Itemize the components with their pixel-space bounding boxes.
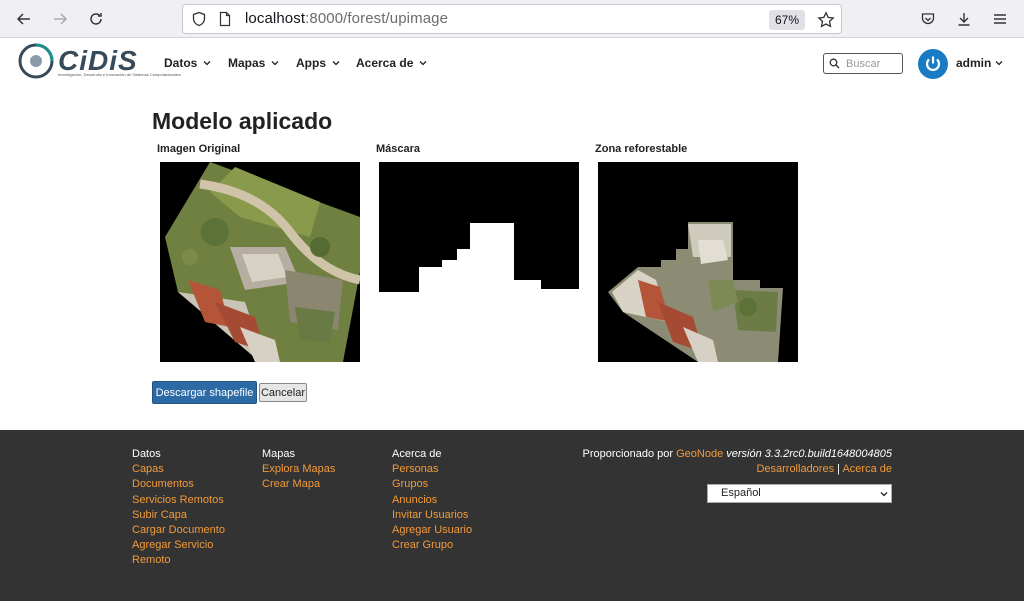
language-selected: Español [721, 487, 761, 499]
footer-credits: Proporcionado por GeoNode versión 3.3.2r… [583, 447, 892, 477]
footer-link-subir-capa[interactable]: Subir Capa [132, 508, 225, 523]
zoom-badge[interactable]: 67% [769, 10, 805, 30]
user-menu-label[interactable]: admin [956, 56, 991, 70]
footer-link-cargar-documento[interactable]: Cargar Documento [132, 523, 225, 538]
footer-link-remoto[interactable]: Remoto [132, 553, 225, 568]
nav-mapas[interactable]: Mapas [228, 56, 279, 70]
footer-link-grupos[interactable]: Grupos [392, 477, 472, 492]
avatar[interactable] [918, 49, 948, 79]
footer-heading: Datos [132, 448, 161, 460]
star-icon[interactable] [817, 11, 835, 29]
download-shapefile-button[interactable]: Descargar shapefile [152, 381, 257, 404]
chevron-down-icon [271, 61, 279, 66]
menu-icon[interactable] [988, 7, 1012, 31]
search-input[interactable] [846, 56, 900, 71]
reforestable-zone-image [598, 162, 798, 362]
nav-label: Apps [296, 56, 326, 70]
label-original-image: Imagen Original [157, 143, 241, 155]
label-mask: Máscara [376, 143, 421, 155]
nav-datos[interactable]: Datos [164, 56, 211, 70]
footer-heading: Mapas [262, 448, 296, 460]
footer-col-datos: Datos Capas Documentos Servicios Remotos… [132, 447, 225, 569]
footer-link-crear-grupo[interactable]: Crear Grupo [392, 538, 472, 553]
separator: | [837, 463, 841, 476]
footer-link-agregar-usuario[interactable]: Agregar Usuario [392, 523, 472, 538]
original-image [160, 162, 360, 362]
back-icon[interactable] [12, 7, 36, 31]
chevron-down-icon [332, 61, 340, 66]
powered-by-text: Proporcionado por [582, 448, 674, 460]
nav-acerca-de[interactable]: Acerca de [356, 56, 427, 70]
search-icon [829, 58, 840, 69]
power-icon [925, 56, 941, 71]
footer-link-personas[interactable]: Personas [392, 462, 472, 477]
chevron-down-icon[interactable] [995, 59, 1003, 67]
mask-image [379, 162, 579, 292]
nav-apps[interactable]: Apps [296, 56, 340, 70]
version-text: versión 3.3.2rc0.build1648004805 [726, 448, 892, 460]
logo-subtitle: Investigación, Desarrollo e Innovación d… [58, 72, 181, 77]
powered-by-line: Proporcionado por GeoNode versión 3.3.2r… [583, 447, 892, 462]
pocket-icon[interactable] [916, 7, 940, 31]
reload-icon[interactable] [84, 7, 108, 31]
nav-label: Datos [164, 56, 198, 70]
about-link[interactable]: Acerca de [842, 463, 892, 475]
footer-link-agregar-servicio[interactable]: Agregar Servicio [132, 538, 225, 553]
chevron-down-icon [880, 492, 888, 497]
url-bar[interactable]: localhost:8000/forest/upimage 67% [182, 4, 842, 34]
site-header: CiDiS Investigación, Desarrollo e Innova… [0, 39, 1024, 89]
footer-heading: Acerca de [392, 448, 442, 460]
nav-label: Acerca de [356, 56, 414, 70]
footer-col-mapas: Mapas Explora Mapas Crear Mapa [262, 447, 335, 493]
footer-link-anuncios[interactable]: Anuncios [392, 493, 472, 508]
geonode-link[interactable]: GeoNode [676, 448, 723, 460]
footer-link-invitar-usuarios[interactable]: Invitar Usuarios [392, 508, 472, 523]
footer-link-documentos[interactable]: Documentos [132, 477, 225, 492]
footer-link-servicios-remotos[interactable]: Servicios Remotos [132, 493, 225, 508]
language-select[interactable]: Español [707, 484, 892, 503]
logo-icon [18, 43, 54, 79]
url-text: localhost:8000/forest/upimage [245, 10, 448, 27]
nav-label: Mapas [228, 56, 266, 70]
cancel-button[interactable]: Cancelar [259, 383, 307, 402]
search-box [823, 53, 903, 74]
chevron-down-icon [419, 61, 427, 66]
footer-link-explora-mapas[interactable]: Explora Mapas [262, 462, 335, 477]
browser-toolbar: localhost:8000/forest/upimage 67% [0, 0, 1024, 38]
shield-icon[interactable] [191, 11, 207, 27]
page-icon[interactable] [217, 11, 233, 27]
footer-link-capas[interactable]: Capas [132, 462, 225, 477]
developers-link[interactable]: Desarrolladores [756, 463, 834, 475]
developers-line: Desarrolladores | Acerca de [583, 462, 892, 477]
footer-col-acerca-de: Acerca de Personas Grupos Anuncios Invit… [392, 447, 472, 553]
label-reforestable-zone: Zona reforestable [595, 143, 688, 155]
url-path: :8000/forest/upimage [305, 10, 449, 27]
chevron-down-icon [203, 61, 211, 66]
page-title: Modelo aplicado [152, 108, 333, 134]
footer-link-crear-mapa[interactable]: Crear Mapa [262, 477, 335, 492]
url-host: localhost [245, 10, 306, 27]
forward-icon[interactable] [48, 7, 72, 31]
footer: Datos Capas Documentos Servicios Remotos… [0, 430, 1024, 601]
downloads-icon[interactable] [952, 7, 976, 31]
site-logo[interactable]: CiDiS Investigación, Desarrollo e Innova… [18, 41, 181, 83]
